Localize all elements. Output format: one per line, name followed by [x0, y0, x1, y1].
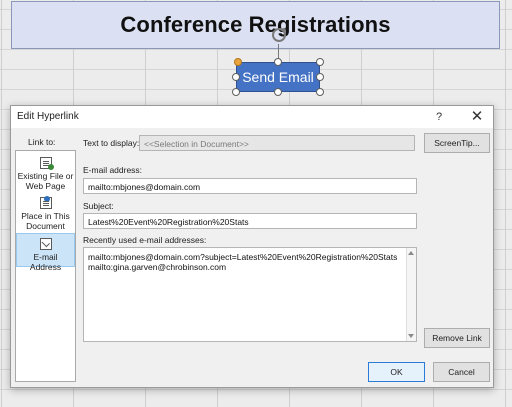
dialog-titlebar[interactable]: Edit Hyperlink ? ✕ [11, 106, 493, 128]
ok-button[interactable]: OK [368, 362, 425, 382]
email-address-input[interactable]: mailto:mbjones@domain.com [83, 178, 417, 194]
text-to-display-input[interactable]: <<Selection in Document>> [139, 135, 415, 151]
cancel-button[interactable]: Cancel [433, 362, 490, 382]
shape-resize-handle-left[interactable] [232, 73, 240, 81]
rotate-stem [278, 44, 279, 59]
shape-resize-handle-bottom[interactable] [274, 88, 282, 96]
email-address-label: E-mail address: [83, 165, 143, 175]
shape-resize-handle-top-right[interactable] [316, 58, 324, 66]
scroll-down-icon[interactable] [408, 334, 414, 338]
list-item[interactable]: mailto:gina.garven@chrobinson.com [84, 262, 416, 272]
subject-label: Subject: [83, 201, 114, 211]
help-button[interactable]: ? [431, 109, 447, 125]
list-scrollbar[interactable] [406, 248, 416, 341]
file-icon [39, 157, 54, 170]
close-button[interactable]: ✕ [467, 108, 487, 126]
subject-input[interactable]: Latest%20Event%20Registration%20Stats [83, 213, 417, 229]
shape-resize-handle-bottom-right[interactable] [316, 88, 324, 96]
shape-adjust-handle[interactable] [234, 58, 242, 66]
shape-resize-handle-top[interactable] [274, 58, 282, 66]
sheet-title: Conference Registrations [11, 1, 500, 49]
recent-addresses-list[interactable]: mailto:mbjones@domain.com?subject=Latest… [83, 247, 417, 342]
screentip-button[interactable]: ScreenTip... [424, 133, 490, 153]
link-to-label: Link to: [28, 137, 56, 147]
text-to-display-label: Text to display: [83, 138, 140, 148]
globe-icon [47, 164, 54, 170]
link-type-label: Place in This [21, 211, 70, 221]
link-type-label: Document [26, 221, 65, 231]
email-icon [39, 238, 52, 250]
place-icon [43, 196, 50, 202]
scroll-up-icon[interactable] [408, 251, 414, 255]
edit-hyperlink-dialog: Edit Hyperlink ? ✕ Link to: Existing Fil… [10, 105, 494, 388]
link-type-email-address[interactable]: E-mail Address [16, 233, 75, 272]
link-to-pane: Existing File or Web Page Place in This … [15, 150, 76, 382]
link-type-place-in-document[interactable]: Place in This Document [16, 195, 75, 233]
link-type-label: Web Page [25, 181, 66, 191]
document-icon [39, 196, 52, 209]
remove-link-button[interactable]: Remove Link [424, 328, 490, 348]
recent-addresses-label: Recently used e-mail addresses: [83, 235, 207, 245]
shape-resize-handle-right[interactable] [316, 73, 324, 81]
link-type-label: Existing File or [17, 171, 74, 181]
list-item[interactable]: mailto:mbjones@domain.com?subject=Latest… [84, 252, 416, 262]
link-type-existing-file[interactable]: Existing File or Web Page [16, 155, 75, 195]
shape-resize-handle-bottom-left[interactable] [232, 88, 240, 96]
dialog-title: Edit Hyperlink [17, 111, 79, 122]
link-type-label: E-mail Address [29, 252, 62, 272]
rotate-icon[interactable] [272, 28, 286, 42]
